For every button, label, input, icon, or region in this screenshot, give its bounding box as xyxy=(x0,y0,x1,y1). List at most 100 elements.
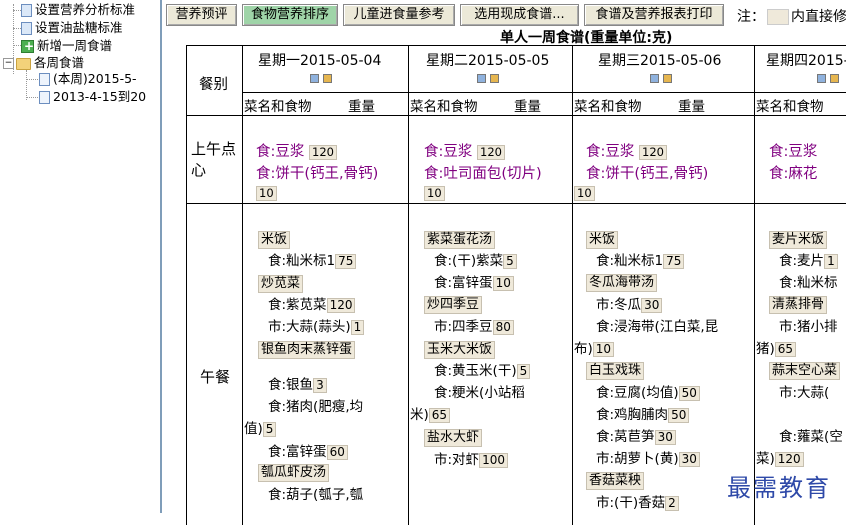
quantity-field[interactable]: 1 xyxy=(824,253,838,269)
quantity-field[interactable]: 30 xyxy=(641,297,663,313)
snack-item[interactable]: 食:豆浆 120 xyxy=(586,140,667,161)
nutrition-preview-button[interactable]: 营养预评 xyxy=(166,4,237,26)
copy-icon[interactable] xyxy=(477,74,486,83)
dish-label[interactable]: 炒四季豆 xyxy=(424,296,483,314)
quantity-field[interactable]: 5 xyxy=(503,253,517,269)
copy-icon[interactable] xyxy=(650,74,659,83)
ingredient-item[interactable]: 食:银鱼 3 xyxy=(268,376,327,394)
tree-item-new-week[interactable]: 新增一周食谱 xyxy=(21,38,112,54)
copy-icon[interactable] xyxy=(817,74,826,83)
ingredient-item[interactable]: 市:猪小排 xyxy=(779,318,838,336)
quantity-field[interactable]: 75 xyxy=(663,253,685,269)
ingredient-item[interactable]: 食:籼米标 xyxy=(779,274,838,292)
quantity-field[interactable]: 80 xyxy=(492,319,514,335)
snack-item[interactable]: 食:豆浆 120 xyxy=(424,140,505,161)
ingredient-item[interactable]: 食:麦片 1 xyxy=(779,252,838,270)
dish-label[interactable]: 白玉戏珠 xyxy=(586,362,645,380)
quantity-field[interactable]: 30 xyxy=(654,429,676,445)
food-nutrition-sort-button[interactable]: 食物营养排序 xyxy=(242,4,338,26)
dish-label[interactable]: 银鱼肉末蒸锌蛋 xyxy=(258,341,356,359)
tree-item-2013-week[interactable]: 2013-4-15到20 xyxy=(39,89,146,105)
ingredient-item[interactable]: 食:莴苣笋 30 xyxy=(596,428,676,446)
quantity-field[interactable]: 120 xyxy=(774,451,804,467)
select-existing-recipe-button[interactable]: 选用现成食谱... xyxy=(460,4,579,26)
ingredient-item[interactable]: 市:对虾 100 xyxy=(434,451,508,469)
ingredient-item[interactable]: 食:(干)紫菜 5 xyxy=(434,252,517,270)
ingredient-item[interactable]: 食:猪肉(肥瘦,均 xyxy=(268,398,363,416)
ingredient-item[interactable]: 食:浸海带(江白菜,昆 xyxy=(596,318,718,336)
quantity-field[interactable]: 120 xyxy=(477,144,505,160)
ingredient-item[interactable]: 食:鸡胸脯肉 50 xyxy=(596,406,690,424)
quantity-field[interactable]: 10 xyxy=(424,185,445,201)
snack-item[interactable]: 食:吐司面包(切片) xyxy=(424,162,542,183)
dish-label[interactable]: 瓠瓜虾皮汤 xyxy=(258,464,330,482)
quantity-field[interactable]: 65 xyxy=(774,341,797,357)
quantity-field[interactable]: 10 xyxy=(256,185,277,201)
collapse-icon[interactable]: − xyxy=(3,58,14,69)
quantity-field[interactable]: 3 xyxy=(313,377,327,393)
dish-label[interactable]: 冬瓜海带汤 xyxy=(586,274,658,292)
quantity-field[interactable]: 50 xyxy=(678,385,700,401)
tree-item-nutrition-standard[interactable]: 设置营养分析标准 xyxy=(21,2,135,18)
dish-label[interactable]: 米饭 xyxy=(586,231,619,249)
tree-item-oil-salt-sugar[interactable]: 设置油盐糖标准 xyxy=(21,20,123,36)
ingredient-item[interactable]: 食:紫苋菜 120 xyxy=(268,296,356,314)
ingredient-item-wrap[interactable]: 猪) 65 xyxy=(756,340,797,358)
snack-item[interactable]: 食:饼干(钙王,骨钙) xyxy=(586,162,708,183)
ingredient-item[interactable]: 食:籼米标1 75 xyxy=(268,252,357,270)
quantity-field[interactable]: 1 xyxy=(350,319,365,335)
quantity-field[interactable]: 5 xyxy=(516,363,531,379)
ingredient-item[interactable]: 食:黄玉米(干) 5 xyxy=(434,362,531,380)
ingredient-item[interactable]: 食:蕹菜(空 xyxy=(779,428,843,446)
ingredient-item[interactable]: 食:粳米(小站稻 xyxy=(434,384,525,402)
dish-label[interactable]: 盐水大虾 xyxy=(424,429,483,447)
quantity-field[interactable]: 2 xyxy=(665,495,679,511)
snack-item[interactable]: 食:豆浆 xyxy=(769,140,817,161)
dish-label[interactable]: 玉米大米饭 xyxy=(424,341,496,359)
tree-item-weekly-recipes[interactable]: − 各周食谱 xyxy=(3,55,84,71)
dish-label[interactable]: 紫菜蛋花汤 xyxy=(424,231,496,249)
quantity-field[interactable]: 50 xyxy=(668,407,690,423)
tree-item-current-week[interactable]: (本周)2015-5- xyxy=(39,71,137,87)
ingredient-item[interactable]: 食:葫子(瓠子,瓠 xyxy=(268,486,363,504)
quantity-field[interactable]: 10 xyxy=(492,275,514,291)
quantity-field[interactable]: 5 xyxy=(262,421,277,437)
quantity-field[interactable]: 75 xyxy=(335,253,357,269)
ingredient-item[interactable]: 食:籼米标1 75 xyxy=(596,252,685,270)
ingredient-item-wrap[interactable]: 米) 65 xyxy=(410,406,451,424)
paste-icon[interactable] xyxy=(490,74,499,83)
ingredient-item-wrap[interactable]: 菜) 120 xyxy=(756,450,804,468)
dish-label[interactable]: 炒苋菜 xyxy=(258,275,304,293)
ingredient-item[interactable]: 食:富锌蛋 10 xyxy=(434,274,514,292)
ingredient-item[interactable]: 食:豆腐(均值) 50 xyxy=(596,384,700,402)
ingredient-item[interactable]: 食:富锌蛋 60 xyxy=(268,443,348,461)
snack-item[interactable]: 食:豆浆 120 xyxy=(256,140,337,161)
quantity-field[interactable]: 100 xyxy=(479,452,508,468)
paste-icon[interactable] xyxy=(830,74,839,83)
dish-label[interactable]: 米饭 xyxy=(258,231,291,249)
ingredient-item-wrap[interactable]: 布) 10 xyxy=(574,340,615,358)
ingredient-item[interactable]: 市:大蒜( xyxy=(779,384,829,402)
print-report-button[interactable]: 食谱及营养报表打印 xyxy=(584,4,724,26)
ingredient-item[interactable]: 市:四季豆 80 xyxy=(434,318,514,336)
quantity-field[interactable]: 10 xyxy=(592,341,615,357)
paste-icon[interactable] xyxy=(663,74,672,83)
quantity-field[interactable]: 120 xyxy=(639,144,667,160)
quantity-field[interactable]: 60 xyxy=(326,444,348,460)
snack-item[interactable]: 食:饼干(钙王,骨钙) xyxy=(256,162,378,183)
dish-label[interactable]: 香菇菜秧 xyxy=(586,472,645,490)
ingredient-item[interactable]: 市:冬瓜 30 xyxy=(596,296,663,314)
dish-label[interactable]: 清蒸排骨 xyxy=(769,296,828,314)
snack-item[interactable]: 食:麻花 xyxy=(769,162,817,183)
child-intake-reference-button[interactable]: 儿童进食量参考 xyxy=(343,4,455,26)
copy-icon[interactable] xyxy=(310,74,319,83)
dish-label[interactable]: 麦片米饭 xyxy=(769,231,828,249)
ingredient-item[interactable]: 市:(干)香菇 2 xyxy=(596,494,679,512)
quantity-field[interactable]: 30 xyxy=(678,451,700,467)
dish-label[interactable]: 蒜末空心菜 xyxy=(769,362,841,380)
ingredient-item-wrap[interactable]: 值) 5 xyxy=(244,420,277,438)
quantity-field[interactable]: 65 xyxy=(428,407,451,423)
ingredient-item[interactable]: 市:大蒜(蒜头) 1 xyxy=(268,318,365,336)
ingredient-item[interactable]: 市:胡萝卜(黄) 30 xyxy=(596,450,700,468)
quantity-field[interactable]: 120 xyxy=(309,144,337,160)
